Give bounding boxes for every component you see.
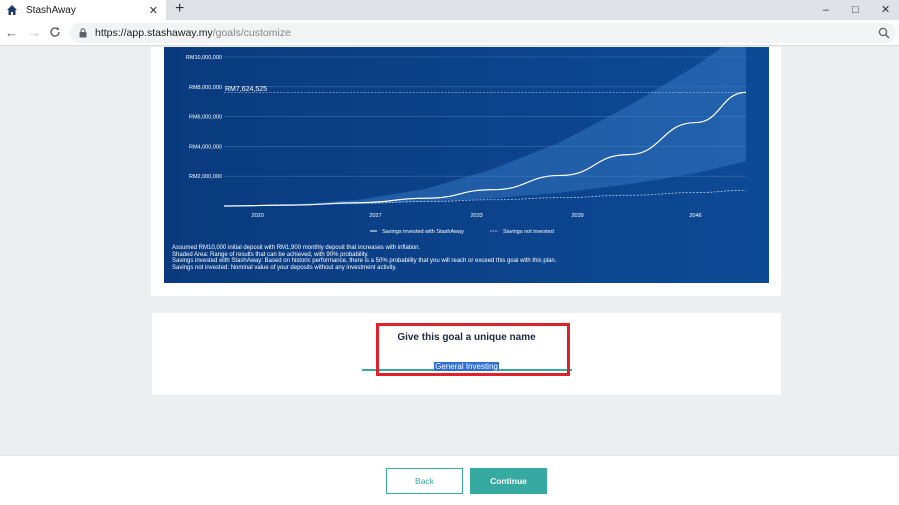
y-tick-label: RM2,000,000 [189,174,222,180]
x-tick-label: 2033 [470,213,482,219]
footnote-not-invested: Savings not invested: Nominal value of y… [172,264,397,271]
chart-footnotes: Assumed RM10,000 initial deposit with RM… [172,245,762,271]
x-tick-label: 2039 [571,213,583,219]
forward-arrow-icon[interactable]: → [28,25,41,41]
y-tick-label: RM4,000,000 [189,144,222,150]
maximize-icon[interactable]: □ [852,0,859,20]
y-tick-label: RM6,000,000 [189,115,222,121]
projection-chart: RM10,000,000 RM8,000,000 RM6,000,000 RM4,00… [164,47,769,283]
legend-label-not-invested: Savings not invested [503,229,554,235]
browser-tab-strip: StashAway ✕ + – □ ✕ [0,0,899,20]
back-arrow-icon[interactable]: ← [5,25,18,41]
target-value-label: RM7,624,525 [225,86,267,93]
window-close-icon[interactable]: ✕ [881,0,890,20]
browser-tab[interactable]: StashAway ✕ [0,0,166,20]
tab-title: StashAway [26,4,76,16]
reload-icon[interactable] [49,26,61,38]
x-tick-label: 2027 [369,213,381,219]
continue-button[interactable]: Continue [470,468,547,494]
url-path: /goals/customize [212,27,291,39]
y-tick-label: RM8,000,000 [189,85,222,91]
footer-bar: Back Continue [0,455,899,505]
back-button[interactable]: Back [386,468,463,494]
y-tick-label: RM10,000,000 [186,55,222,61]
stashaway-home-icon [7,5,17,15]
search-icon[interactable] [878,27,890,39]
minimize-icon[interactable]: – [823,0,829,20]
tab-close-icon[interactable]: ✕ [149,4,158,17]
x-tick-label: 2020 [252,213,264,219]
x-tick-label: 2046 [689,213,701,219]
new-tab-button[interactable]: + [175,0,184,20]
legend-label-invested: Savings invested with StashAway [382,229,464,235]
annotation-highlight-box [376,323,570,376]
url-host: https://app.stashaway.my [95,27,213,39]
address-bar[interactable]: https://app.stashaway.my/goals/customize [70,23,896,43]
browser-toolbar: ← → https://app.stashaway.my/goals/custo… [0,20,899,46]
lock-icon [79,28,87,38]
